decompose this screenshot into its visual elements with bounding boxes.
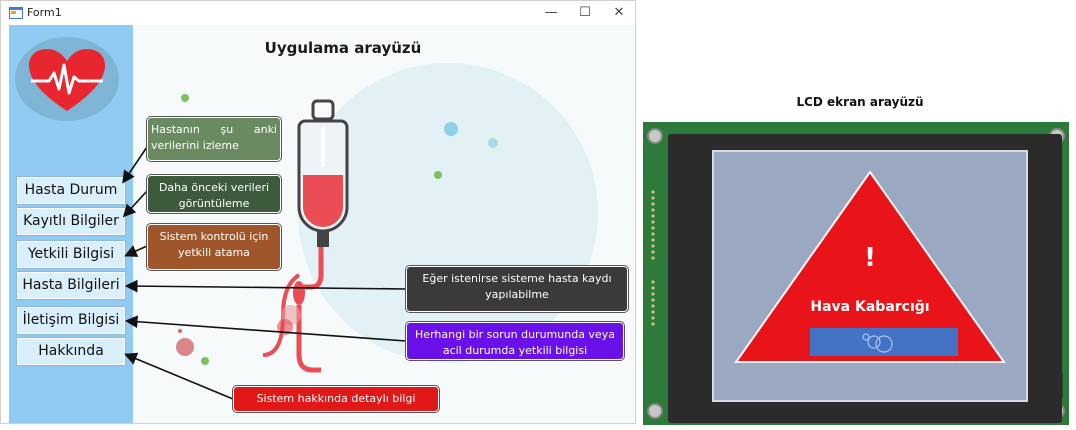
lcd-alert-text: Hava Kabarcığı bbox=[810, 299, 930, 315]
maximize-button[interactable]: ☐ bbox=[567, 3, 603, 23]
minimize-button[interactable]: — bbox=[533, 3, 569, 23]
callout-hasta-durum: Hastanın şu anki verilerini izleme bbox=[147, 117, 281, 161]
callout-iletisim-bilgisi: Herhangi bir sorun durumunda veya acil d… bbox=[406, 322, 624, 360]
window-title: Form1 bbox=[27, 6, 62, 19]
callout-hasta-bilgileri: Eğer istenirse sisteme hasta kaydı yapıl… bbox=[406, 266, 628, 312]
nav-button-iletisim-bilgisi[interactable]: İletişim Bilgisi bbox=[17, 307, 125, 334]
close-button[interactable]: ✕ bbox=[601, 3, 637, 23]
form-app-icon bbox=[9, 7, 23, 19]
nav-button-hasta-durum[interactable]: Hasta Durum bbox=[17, 177, 125, 204]
callout-kayitli-bilgiler: Daha önceki verileri görüntüleme bbox=[147, 175, 281, 213]
app-window: Form1 — ☐ ✕ Uygulama arayüzü Hasta Durum… bbox=[0, 0, 636, 424]
callout-yetkili-bilgisi: Sistem kontrolü için yetkili atama bbox=[147, 224, 281, 270]
heart-ecg-icon bbox=[29, 49, 105, 111]
title-bar: Form1 — ☐ ✕ bbox=[1, 1, 635, 25]
nav-button-hakkinda[interactable]: Hakkında bbox=[17, 338, 125, 365]
lcd-alert-symbol: ! bbox=[864, 243, 876, 273]
nav-button-yetkili-bilgisi[interactable]: Yetkili Bilgisi bbox=[17, 241, 125, 268]
nav-button-kayitli-bilgiler[interactable]: Kayıtlı Bilgiler bbox=[17, 208, 125, 235]
lcd-alert-graphic bbox=[734, 170, 1006, 363]
callout-hakkinda: Sistem hakkında detaylı bilgi bbox=[233, 386, 439, 412]
lcd-heading: LCD ekran arayüzü bbox=[796, 95, 924, 109]
nav-button-hasta-bilgileri[interactable]: Hasta Bilgileri bbox=[17, 272, 125, 299]
